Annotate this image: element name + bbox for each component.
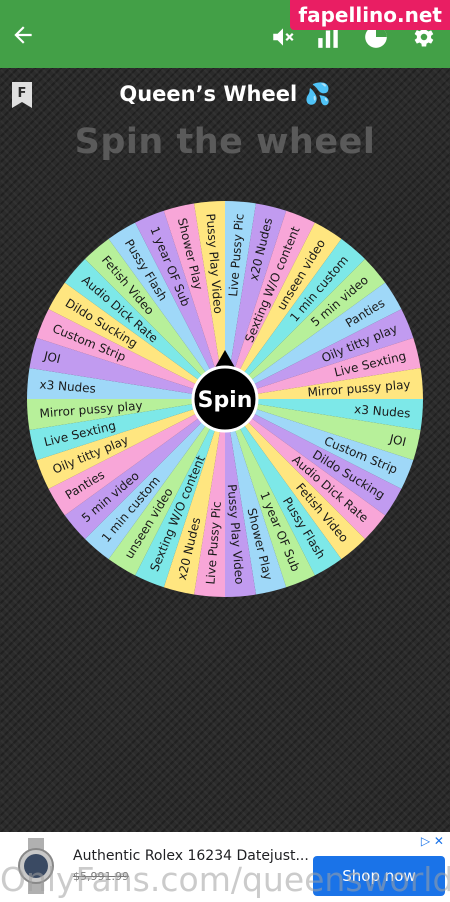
watch-product-image[interactable] <box>8 838 64 894</box>
ad-headline[interactable]: Authentic Rolex 16234 Datejust... <box>73 848 309 864</box>
ad-banner[interactable]: Authentic Rolex 16234 Datejust... $5,991… <box>0 832 450 902</box>
ad-choices-icon[interactable]: ▷ ✕ <box>421 834 444 848</box>
site-watermark: fapellino.net <box>290 0 450 30</box>
ad-price: $5,991.99 <box>73 870 129 883</box>
prize-wheel[interactable]: Live Pussy Pic x20 NudesSexting W/O conte… <box>25 199 425 599</box>
spin-label[interactable]: Spin <box>198 388 253 413</box>
title-text: Queen’s Wheel <box>119 82 298 106</box>
page-title: Queen’s Wheel 💦 <box>0 82 450 107</box>
back-arrow-icon[interactable] <box>10 22 36 48</box>
shop-now-button[interactable]: Shop now <box>313 856 445 896</box>
page-subtitle: Spin the wheel <box>74 122 376 162</box>
sweat-droplets-icon: 💦 <box>304 82 331 106</box>
